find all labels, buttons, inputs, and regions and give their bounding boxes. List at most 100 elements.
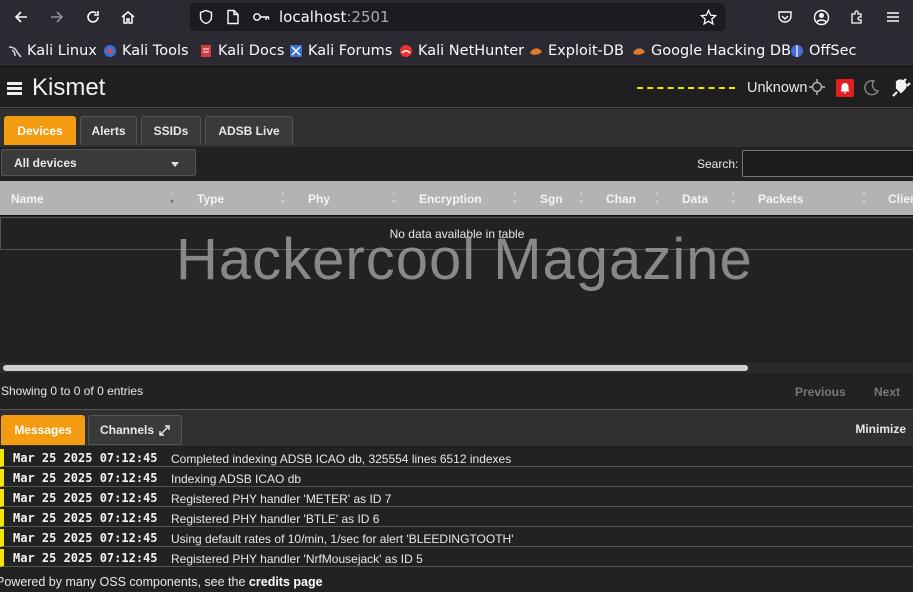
- pocket-button[interactable]: [772, 5, 798, 29]
- forward-button[interactable]: [44, 5, 70, 29]
- moon-icon[interactable]: [863, 79, 880, 96]
- main-tabs: Devices Alerts SSIDs ADSB Live: [0, 109, 913, 147]
- back-button[interactable]: [8, 5, 34, 29]
- browser-toolbar: localhost:2501: [0, 0, 913, 35]
- plug-icon[interactable]: [890, 78, 911, 99]
- puzzle-icon: [851, 10, 862, 24]
- bookmark-offsec[interactable]: OffSec: [790, 42, 857, 60]
- message-list: Mar 25 2025 07:12:45 Completed indexing …: [0, 447, 913, 567]
- bookmark-label: Exploit-DB: [548, 43, 624, 59]
- kali-tools-icon: [104, 45, 116, 57]
- bookmark-kali-linux[interactable]: Kali Linux: [8, 42, 97, 60]
- bookmark-exploit-db[interactable]: Exploit-DB: [529, 42, 624, 60]
- page-icon: [227, 9, 239, 25]
- tab-channels[interactable]: Channels: [88, 415, 182, 445]
- tab-alerts[interactable]: Alerts: [80, 116, 137, 145]
- messages-panel-tabs: Messages Channels Minimize: [0, 409, 913, 446]
- sort-icon: [579, 191, 584, 205]
- device-table-header: Name Type Phy Encryption Sgn Chan Data P…: [0, 181, 913, 216]
- nethunter-icon: [400, 45, 412, 57]
- bookmark-label: Google Hacking DB: [651, 43, 792, 59]
- bookmark-kali-tools[interactable]: Kali Tools: [103, 42, 189, 60]
- gps-indicator: [637, 87, 735, 89]
- bookmark-label: Kali Forums: [308, 43, 393, 59]
- device-filter-select[interactable]: All devices: [1, 149, 196, 176]
- bookmark-kali-docs[interactable]: Kali Docs: [199, 42, 284, 60]
- shield-icon[interactable]: [198, 9, 214, 25]
- pocket-icon: [778, 11, 792, 23]
- message-text: Registered PHY handler 'METER' as ID 7: [171, 492, 392, 506]
- offsec-icon: [791, 45, 803, 57]
- kali-dragon-icon: [8, 46, 22, 58]
- url-text[interactable]: localhost:2501: [279, 8, 390, 26]
- extensions-button[interactable]: [844, 5, 870, 29]
- column-type[interactable]: Type: [197, 192, 224, 206]
- column-clients[interactable]: Clients: [888, 192, 913, 206]
- bell-icon: [840, 83, 850, 94]
- alert-bell-button[interactable]: [836, 79, 854, 97]
- kali-forums-icon: [290, 45, 302, 57]
- kali-docs-icon: [201, 45, 211, 57]
- minimize-button[interactable]: Minimize: [855, 422, 906, 436]
- horizontal-scrollbar[interactable]: [0, 363, 913, 373]
- arrow-left-icon: [14, 11, 27, 23]
- sort-icon: [281, 191, 286, 205]
- message-text: Registered PHY handler 'NrfMousejack' as…: [171, 552, 423, 566]
- message-text: Registered PHY handler 'BTLE' as ID 6: [171, 512, 380, 526]
- previous-page-button[interactable]: Previous: [795, 385, 846, 399]
- kismet-header: Kismet Unknown: [0, 68, 913, 108]
- message-time: Mar 25 2025 07:12:45: [13, 531, 158, 545]
- url-bar[interactable]: localhost:2501: [190, 3, 725, 31]
- bookmark-google-hacking-db[interactable]: Google Hacking DB: [632, 42, 791, 60]
- star-icon[interactable]: [700, 9, 717, 26]
- column-chan[interactable]: Chan: [606, 192, 636, 206]
- exploit-db-icon: [530, 48, 542, 55]
- message-text: Indexing ADSB ICAO db: [171, 472, 302, 486]
- account-button[interactable]: [808, 5, 834, 29]
- message-row: Mar 25 2025 07:12:45 Completed indexing …: [0, 449, 913, 467]
- bookmark-label: Kali Tools: [122, 43, 189, 59]
- next-page-button[interactable]: Next: [874, 385, 900, 399]
- scrollbar-thumb[interactable]: [3, 365, 748, 371]
- key-icon[interactable]: [252, 9, 270, 25]
- search-input[interactable]: [742, 150, 913, 177]
- gps-status[interactable]: Unknown: [747, 80, 807, 96]
- credits-link[interactable]: credits page: [249, 575, 323, 589]
- tab-adsb-live[interactable]: ADSB Live: [205, 116, 293, 145]
- sort-icon: [513, 191, 518, 205]
- sidebar-menu-icon[interactable]: [7, 82, 22, 95]
- bookmark-label: Kali Linux: [27, 43, 97, 59]
- home-button[interactable]: [115, 5, 141, 29]
- column-sgn[interactable]: Sgn: [540, 192, 563, 206]
- reload-icon: [87, 11, 99, 23]
- home-icon: [121, 11, 135, 24]
- column-encryption[interactable]: Encryption: [419, 192, 482, 206]
- tab-ssids[interactable]: SSIDs: [141, 116, 201, 145]
- message-time: Mar 25 2025 07:12:45: [13, 451, 158, 465]
- footer-text: Powered by many OSS components, see the: [0, 575, 249, 589]
- tab-label: Messages: [14, 423, 72, 437]
- message-row: Mar 25 2025 07:12:45 Registered PHY hand…: [0, 509, 913, 527]
- column-packets[interactable]: Packets: [758, 192, 803, 206]
- table-info: Showing 0 to 0 of 0 entries: [1, 384, 144, 398]
- crosshair-icon[interactable]: [809, 79, 825, 95]
- reload-button[interactable]: [80, 5, 106, 29]
- expand-icon[interactable]: [159, 424, 170, 436]
- tab-devices[interactable]: Devices: [4, 116, 76, 145]
- sort-icon: [655, 191, 660, 205]
- app-menu-button[interactable]: [880, 5, 906, 29]
- sort-desc-icon: [170, 191, 175, 205]
- search-label: Search:: [697, 157, 739, 171]
- account-icon: [813, 9, 829, 25]
- sort-icon: [862, 191, 867, 205]
- column-data[interactable]: Data: [682, 192, 708, 206]
- tab-messages[interactable]: Messages: [1, 415, 85, 445]
- device-filter-value: All devices: [14, 156, 77, 170]
- bookmark-kali-forums[interactable]: Kali Forums: [289, 42, 392, 60]
- ghdb-icon: [633, 48, 645, 55]
- table-toolbar: All devices Search:: [0, 147, 913, 181]
- column-phy[interactable]: Phy: [308, 192, 330, 206]
- bookmark-kali-nethunter[interactable]: Kali NetHunter: [399, 42, 524, 60]
- message-row: Mar 25 2025 07:12:45 Registered PHY hand…: [0, 549, 913, 567]
- column-name[interactable]: Name: [11, 192, 44, 206]
